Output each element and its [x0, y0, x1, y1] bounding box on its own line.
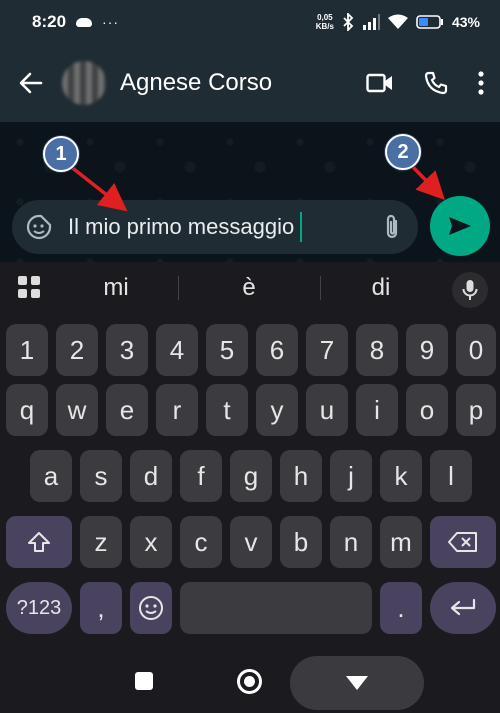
battery-percent: 43%	[451, 14, 480, 30]
back-arrow-icon	[19, 72, 43, 94]
key-z[interactable]: z	[80, 516, 122, 568]
key-g[interactable]: g	[230, 450, 272, 502]
chevron-down-icon	[346, 676, 368, 690]
text-caret	[300, 212, 303, 242]
key-0[interactable]: 0	[456, 324, 496, 376]
key-h[interactable]: h	[280, 450, 322, 502]
emoji-icon	[139, 596, 163, 620]
status-time: 8:20	[32, 12, 67, 31]
shift-icon	[28, 532, 50, 552]
key-a[interactable]: a	[30, 450, 72, 502]
hide-keyboard-button[interactable]	[290, 656, 424, 710]
more-vert-icon[interactable]	[478, 71, 484, 95]
send-icon	[449, 217, 471, 235]
key-y[interactable]: y	[256, 384, 298, 436]
key-q[interactable]: q	[6, 384, 48, 436]
system-nav-bar	[0, 652, 500, 713]
symbols-key[interactable]: ?123	[6, 582, 72, 634]
key-k[interactable]: k	[380, 450, 422, 502]
recents-button[interactable]	[135, 672, 153, 690]
key-b[interactable]: b	[280, 516, 322, 568]
status-right: 0,05 KB/s 43%	[316, 13, 480, 31]
key-j[interactable]: j	[330, 450, 372, 502]
suggestion-divider	[178, 276, 179, 300]
message-composer[interactable]: Il mio primo messaggio	[12, 200, 418, 254]
battery-icon	[416, 15, 443, 29]
key-x[interactable]: x	[130, 516, 172, 568]
key-7[interactable]: 7	[306, 324, 348, 376]
key-v[interactable]: v	[230, 516, 272, 568]
suggestion-2[interactable]: è	[189, 274, 309, 302]
backspace-key[interactable]	[430, 516, 496, 568]
enter-icon	[450, 598, 476, 616]
bluetooth-icon	[343, 13, 354, 31]
space-key[interactable]	[180, 582, 372, 634]
key-s[interactable]: s	[80, 450, 122, 502]
network-speed-value: 0,05	[317, 13, 333, 22]
status-dots: ···	[102, 14, 120, 30]
contact-avatar[interactable]	[62, 61, 106, 105]
period-key[interactable]: .	[380, 582, 422, 634]
key-3[interactable]: 3	[106, 324, 148, 376]
key-5[interactable]: 5	[206, 324, 248, 376]
microphone-icon	[462, 280, 478, 300]
key-1[interactable]: 1	[6, 324, 48, 376]
key-2[interactable]: 2	[56, 324, 98, 376]
cloud-icon	[76, 17, 93, 27]
key-r[interactable]: r	[156, 384, 198, 436]
network-speed-unit: KB/s	[315, 22, 334, 31]
network-speed: 0,05 KB/s	[316, 13, 334, 31]
key-w[interactable]: w	[56, 384, 98, 436]
annotation-badge-2: 2	[385, 134, 421, 170]
key-i[interactable]: i	[356, 384, 398, 436]
key-f[interactable]: f	[180, 450, 222, 502]
key-t[interactable]: t	[206, 384, 248, 436]
message-input[interactable]: Il mio primo messaggio	[68, 214, 294, 240]
suggestion-3[interactable]: di	[321, 274, 441, 302]
key-c[interactable]: c	[180, 516, 222, 568]
key-n[interactable]: n	[330, 516, 372, 568]
chat-header: Agnese Corso	[0, 44, 500, 122]
key-9[interactable]: 9	[406, 324, 448, 376]
wifi-icon	[387, 14, 408, 29]
keyboard: mi è di 1 2 3 4 5 6 7 8 9 0 q w e r t y …	[0, 262, 500, 713]
attach-clip-icon[interactable]	[382, 213, 402, 241]
key-u[interactable]: u	[306, 384, 348, 436]
send-button[interactable]	[430, 196, 490, 256]
key-l[interactable]: l	[430, 450, 472, 502]
backspace-icon	[448, 532, 477, 552]
annotation-badge-1: 1	[43, 136, 79, 172]
key-m[interactable]: m	[380, 516, 422, 568]
key-p[interactable]: p	[456, 384, 496, 436]
suggestion-strip: mi è di	[0, 262, 500, 314]
key-6[interactable]: 6	[256, 324, 298, 376]
signal-icon	[362, 14, 380, 30]
apps-grid-icon[interactable]	[18, 276, 40, 298]
key-e[interactable]: e	[106, 384, 148, 436]
status-bar: 8:20 ··· 0,05 KB/s 43%	[0, 0, 500, 44]
key-d[interactable]: d	[130, 450, 172, 502]
suggestion-1[interactable]: mi	[56, 274, 176, 302]
back-button[interactable]	[16, 68, 46, 98]
video-call-icon[interactable]	[366, 73, 394, 93]
contact-name[interactable]: Agnese Corso	[120, 69, 272, 97]
voice-input-button[interactable]	[452, 272, 488, 308]
emoji-key[interactable]	[130, 582, 172, 634]
key-8[interactable]: 8	[356, 324, 398, 376]
key-o[interactable]: o	[406, 384, 448, 436]
header-actions	[366, 71, 484, 95]
shift-key[interactable]	[6, 516, 72, 568]
phone-icon[interactable]	[424, 71, 448, 95]
sticker-icon[interactable]	[26, 214, 52, 240]
enter-key[interactable]	[430, 582, 496, 634]
home-button[interactable]	[237, 669, 262, 694]
key-4[interactable]: 4	[156, 324, 198, 376]
comma-key[interactable]: ,	[80, 582, 122, 634]
